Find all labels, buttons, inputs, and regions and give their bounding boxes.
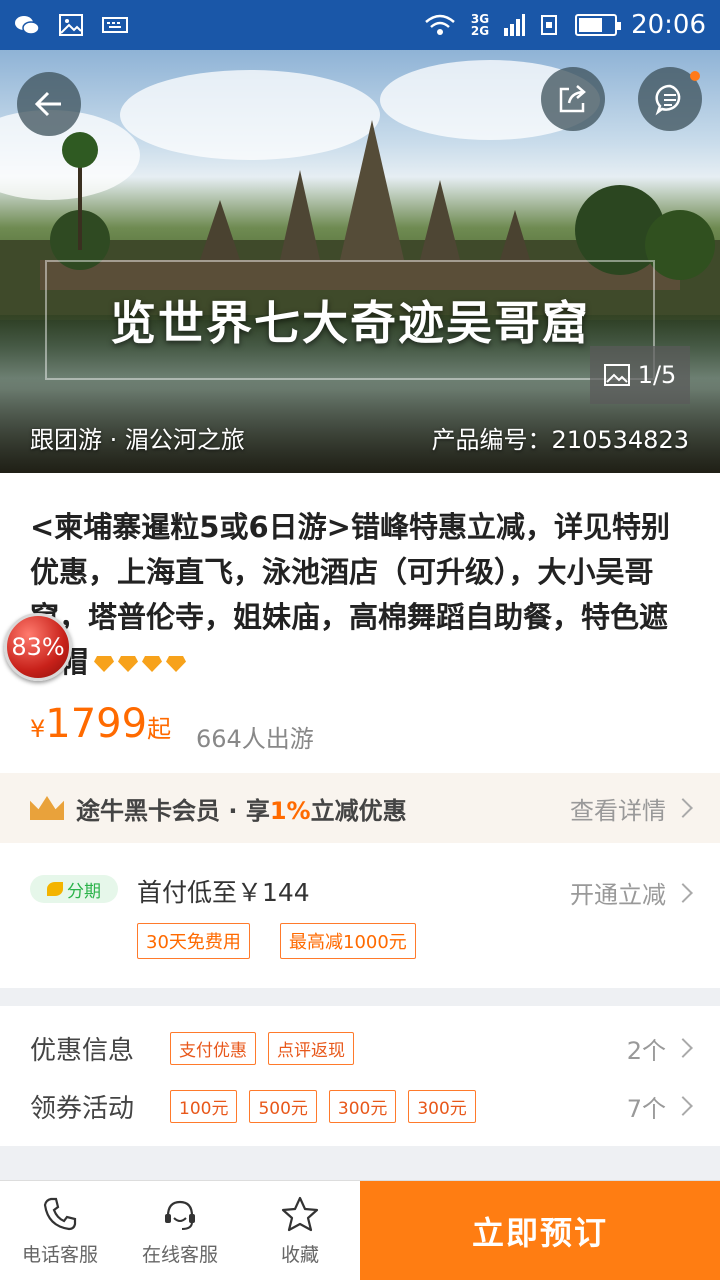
first-payment: 首付低至￥144	[137, 878, 310, 907]
traveler-count: 664人出游	[196, 725, 314, 753]
chevron-right-icon	[673, 1038, 693, 1058]
wechat-icon	[15, 16, 40, 35]
wifi-icon	[425, 14, 455, 35]
star-icon	[281, 1196, 319, 1232]
signal-icon	[504, 14, 526, 36]
chat-icon	[655, 84, 681, 116]
notification-dot	[690, 71, 700, 81]
divider	[0, 988, 720, 1006]
share-button[interactable]	[541, 67, 605, 131]
status-bar: 3G 2G 20:06	[0, 0, 720, 50]
share-icon	[559, 85, 586, 113]
member-details-link[interactable]: 查看详情	[570, 791, 693, 826]
sim-icon	[541, 15, 558, 35]
butterfly-icon	[47, 882, 63, 896]
chevron-right-icon	[673, 798, 693, 818]
gallery-icon	[59, 14, 83, 36]
discount-label: 优惠信息	[30, 1035, 135, 1066]
phone-icon	[43, 1197, 77, 1231]
arrow-left-icon	[34, 91, 61, 117]
back-button[interactable]	[17, 72, 81, 136]
tour-type: 跟团游 · 湄公河之旅	[30, 426, 245, 454]
divider	[0, 1146, 720, 1180]
network-indicator: 3G 2G	[470, 12, 490, 38]
battery-icon	[575, 14, 622, 36]
diamond-icon	[118, 656, 139, 672]
diamond-icon	[142, 656, 163, 672]
chevron-right-icon	[673, 1096, 693, 1116]
coupon-label: 领券活动	[30, 1093, 135, 1124]
member-text: 途牛黑卡会员 · 享1%立减优惠	[76, 796, 407, 825]
chevron-right-icon	[673, 882, 693, 903]
coupon-tag[interactable]: 300元	[328, 1089, 397, 1123]
crown-icon	[30, 796, 64, 820]
coupon-tag[interactable]: 100元	[170, 1089, 238, 1123]
installment-link[interactable]: 开通立减	[570, 875, 693, 910]
favorite-button[interactable]: 收藏	[240, 1181, 360, 1280]
book-now-button[interactable]: 立即预订	[360, 1181, 720, 1280]
discount-tag: 支付优惠	[170, 1031, 256, 1065]
installment-row[interactable]: 分期 首付低至￥144 开通立减 30天免费用 最高减1000元	[0, 843, 720, 988]
price: ¥ 1799 起	[30, 701, 172, 747]
image-counter: 1/5	[590, 346, 690, 404]
member-row[interactable]: 途牛黑卡会员 · 享1%立减优惠 查看详情	[0, 773, 720, 843]
installment-tag: 最高减1000元	[280, 923, 416, 959]
discount-count: 2个	[627, 1031, 693, 1066]
diamond-rating	[94, 656, 187, 672]
product-info: <柬埔寨暹粒5或6日游>错峰特惠立减，详见特别优惠，上海直飞，泳池酒店（可升级）…	[0, 473, 720, 773]
satisfaction-badge[interactable]: 83%	[4, 613, 72, 681]
coupon-count: 7个	[627, 1089, 693, 1124]
product-number: 产品编号：210534823	[431, 426, 689, 454]
phone-service-button[interactable]: 电话客服	[0, 1181, 120, 1280]
bottom-bar: 电话客服 在线客服 收藏 立即预订	[0, 1180, 720, 1280]
keyboard-icon	[102, 17, 128, 33]
headset-icon	[165, 1200, 195, 1230]
product-title: <柬埔寨暹粒5或6日游>错峰特惠立减，详见特别优惠，上海直飞，泳池酒店（可升级）…	[30, 510, 670, 679]
coupon-tag[interactable]: 300元	[408, 1089, 476, 1123]
image-icon	[603, 364, 630, 386]
coupon-row[interactable]: 领券活动 100元 500元 300元 300元 7个	[30, 1084, 693, 1128]
coupon-tag[interactable]: 500元	[249, 1089, 317, 1123]
hero-image[interactable]: 览世界七大奇迹吴哥窟 1/5 跟团游 · 湄公河之旅 产品编号：21053482…	[0, 50, 720, 473]
diamond-icon	[94, 656, 115, 672]
message-button[interactable]	[638, 67, 702, 131]
clock: 20:06	[631, 10, 706, 40]
hero-banner: 览世界七大奇迹吴哥窟	[45, 260, 655, 380]
diamond-icon	[166, 656, 187, 672]
installment-badge: 分期	[30, 875, 118, 903]
online-service-button[interactable]: 在线客服	[120, 1181, 240, 1280]
discount-row[interactable]: 优惠信息 支付优惠 点评返现 2个	[30, 1026, 693, 1070]
offers-section: 优惠信息 支付优惠 点评返现 2个 领券活动 100元 500元 300元 30…	[0, 1006, 720, 1146]
discount-tag: 点评返现	[268, 1031, 354, 1065]
installment-tag: 30天免费用	[137, 923, 250, 959]
